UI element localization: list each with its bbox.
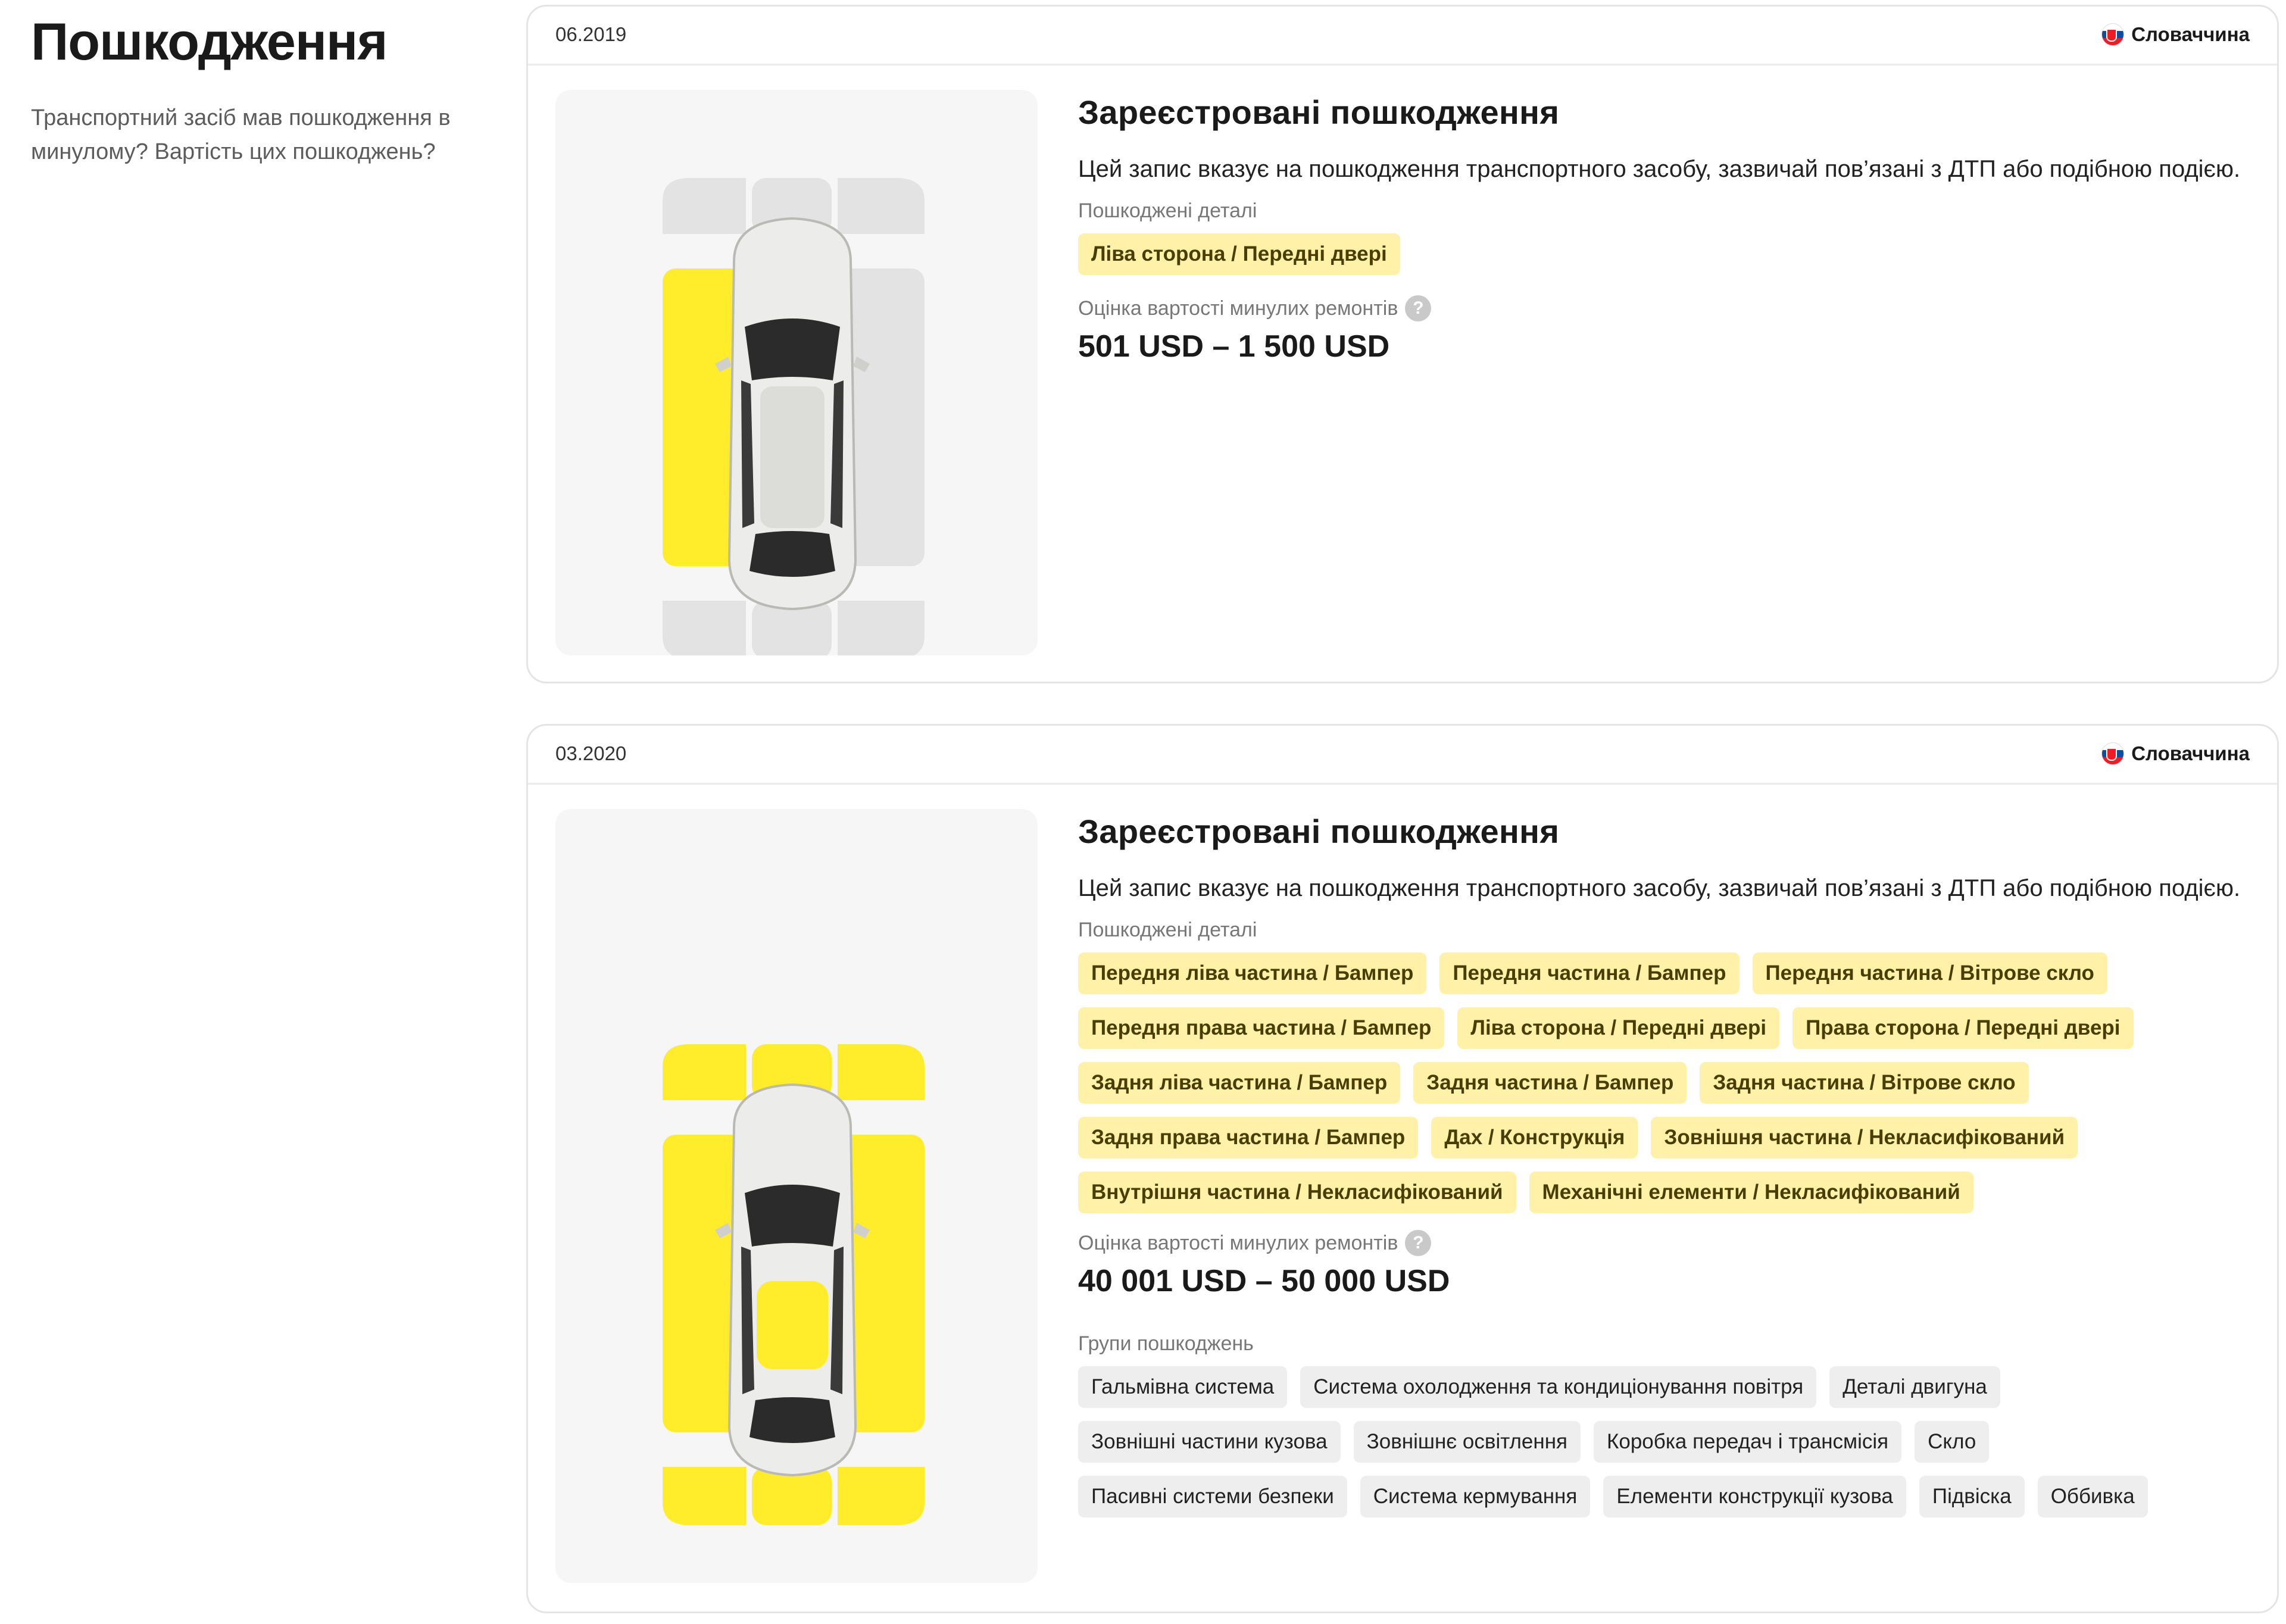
zone-rear-right [838, 601, 925, 655]
damage-group-chip: Деталі двигуна [1829, 1366, 2000, 1408]
car-damage-diagram [555, 90, 1038, 655]
car-top-view-icon [663, 1044, 925, 1525]
damaged-part-chip: Дах / Конструкція [1431, 1117, 1638, 1158]
intro-section: Пошкодження Транспортний засіб мав пошко… [31, 8, 483, 169]
damaged-part-chip: Ліва сторона / Передні двері [1457, 1007, 1780, 1049]
repair-cost-value: 501 USD – 1 500 USD [1078, 329, 1390, 364]
repair-cost-label: Оцінка вартості минулих ремонтів ? [1078, 295, 2250, 321]
damage-record-card: 03.2020 Словаччина Зареєстровані пошкодж… [526, 724, 2279, 1613]
damaged-part-chip: Задня частина / Бампер [1413, 1062, 1687, 1104]
help-icon[interactable]: ? [1405, 295, 1432, 321]
damaged-part-chip: Передня частина / Бампер [1439, 952, 1740, 994]
damage-group-chip: Елементи конструкції кузова [1603, 1476, 1906, 1517]
damage-group-chip: Система кермування [1360, 1476, 1591, 1517]
record-title: Зареєстровані пошкодження [1078, 93, 1560, 131]
record-description: Цей запис вказує на пошкодження транспор… [1078, 156, 2241, 182]
damaged-part-chip: Задня ліва частина / Бампер [1078, 1062, 1401, 1104]
record-description: Цей запис вказує на пошкодження транспор… [1078, 875, 2241, 901]
damage-group-chip: Система охолодження та кондиціонування п… [1300, 1366, 1817, 1408]
damage-group-chip: Коробка передач і трансмісія [1593, 1421, 1902, 1463]
damage-group-chip: Оббивка [2037, 1476, 2148, 1517]
damaged-part-chip: Механічні елементи / Некласифікований [1529, 1172, 1973, 1213]
damaged-parts-list: Передня ліва частина / Бампер Передня час… [1078, 952, 2250, 1213]
record-date: 03.2020 [555, 742, 627, 764]
damaged-parts-label: Пошкоджені деталі [1078, 199, 2250, 223]
damaged-part-chip: Ліва сторона / Передні двері [1078, 233, 1400, 275]
page-subtitle: Транспортний засіб мав пошкодження в мин… [31, 105, 451, 164]
damaged-part-chip: Задня права частина / Бампер [1078, 1117, 1419, 1158]
help-icon[interactable]: ? [1405, 1230, 1432, 1256]
damaged-parts-label: Пошкоджені деталі [1078, 919, 2250, 942]
damaged-parts-label-text: Пошкоджені деталі [1078, 199, 1257, 222]
zone-roof [757, 1281, 828, 1369]
damage-group-chip: Зовнішні частини кузова [1078, 1421, 1341, 1463]
damaged-part-chip: Права сторона / Передні двері [1792, 1007, 2134, 1049]
damage-group-chip: Пасивні системи безпеки [1078, 1476, 1347, 1517]
damaged-part-chip: Передня частина / Вітрове скло [1752, 952, 2107, 994]
damaged-part-chip: Внутрішня частина / Некласифікований [1078, 1172, 1516, 1213]
zone-front-right [838, 178, 925, 234]
damage-group-chip: Підвіска [1919, 1476, 2025, 1517]
car-body [715, 217, 870, 611]
damaged-parts-list: Ліва сторона / Передні двері [1078, 233, 2250, 275]
damaged-part-chip: Передня ліва частина / Бампер [1078, 952, 1427, 994]
zone-front-left [663, 1044, 746, 1100]
car-body [715, 1083, 870, 1477]
zone-rear-left [663, 601, 746, 655]
page-title: Пошкодження [31, 12, 388, 71]
record-content: Зареєстровані пошкодження Цей запис вказ… [1078, 808, 2250, 1517]
record-header: 06.2019 Словаччина [528, 7, 2277, 65]
damage-groups-label: Групи пошкоджень [1078, 1332, 2250, 1356]
repair-cost-value: 40 001 USD – 50 000 USD [1078, 1264, 1450, 1298]
repair-cost-label-text: Оцінка вартості минулих ремонтів [1078, 296, 1398, 320]
record-country: Словаччина [2101, 742, 2250, 765]
damage-groups-label-text: Групи пошкоджень [1078, 1332, 1254, 1355]
damage-group-chip: Гальмівна система [1078, 1366, 1288, 1408]
repair-cost-label-text: Оцінка вартості минулих ремонтів [1078, 1231, 1398, 1254]
damage-page: Пошкодження Транспортний засіб мав пошко… [0, 0, 2286, 1624]
damaged-part-chip: Задня частина / Вітрове скло [1700, 1062, 2029, 1104]
repair-cost-label: Оцінка вартості минулих ремонтів ? [1078, 1230, 2250, 1256]
record-header: 03.2020 Словаччина [528, 726, 2277, 785]
damaged-parts-label-text: Пошкоджені деталі [1078, 919, 1257, 941]
zone-rear-left [663, 1467, 746, 1525]
record-content: Зареєстровані пошкодження Цей запис вказ… [1078, 89, 2250, 364]
record-title: Зареєстровані пошкодження [1078, 813, 1560, 850]
damaged-part-chip: Передня права частина / Бампер [1078, 1007, 1445, 1049]
damage-record-card: 06.2019 Словаччина Зареєстровані пошкодж… [526, 5, 2279, 683]
slovakia-flag-icon [2101, 23, 2125, 46]
zone-rear-right [838, 1467, 925, 1525]
damaged-part-chip: Зовнішня частина / Некласифікований [1651, 1117, 2078, 1158]
record-date: 06.2019 [555, 23, 627, 45]
record-country-name: Словаччина [2131, 742, 2250, 764]
damage-group-chip: Скло [1915, 1421, 1990, 1463]
record-country: Словаччина [2101, 23, 2250, 46]
record-country-name: Словаччина [2131, 23, 2250, 45]
damage-group-chip: Зовнішнє освітлення [1353, 1421, 1581, 1463]
slovakia-flag-icon [2101, 742, 2125, 765]
car-top-view-icon [663, 178, 925, 655]
damage-groups-list: Гальмівна система Система охолодження та … [1078, 1366, 2250, 1517]
car-damage-diagram [555, 809, 1038, 1583]
zone-front-right [838, 1044, 925, 1100]
zone-front-left [663, 178, 746, 234]
